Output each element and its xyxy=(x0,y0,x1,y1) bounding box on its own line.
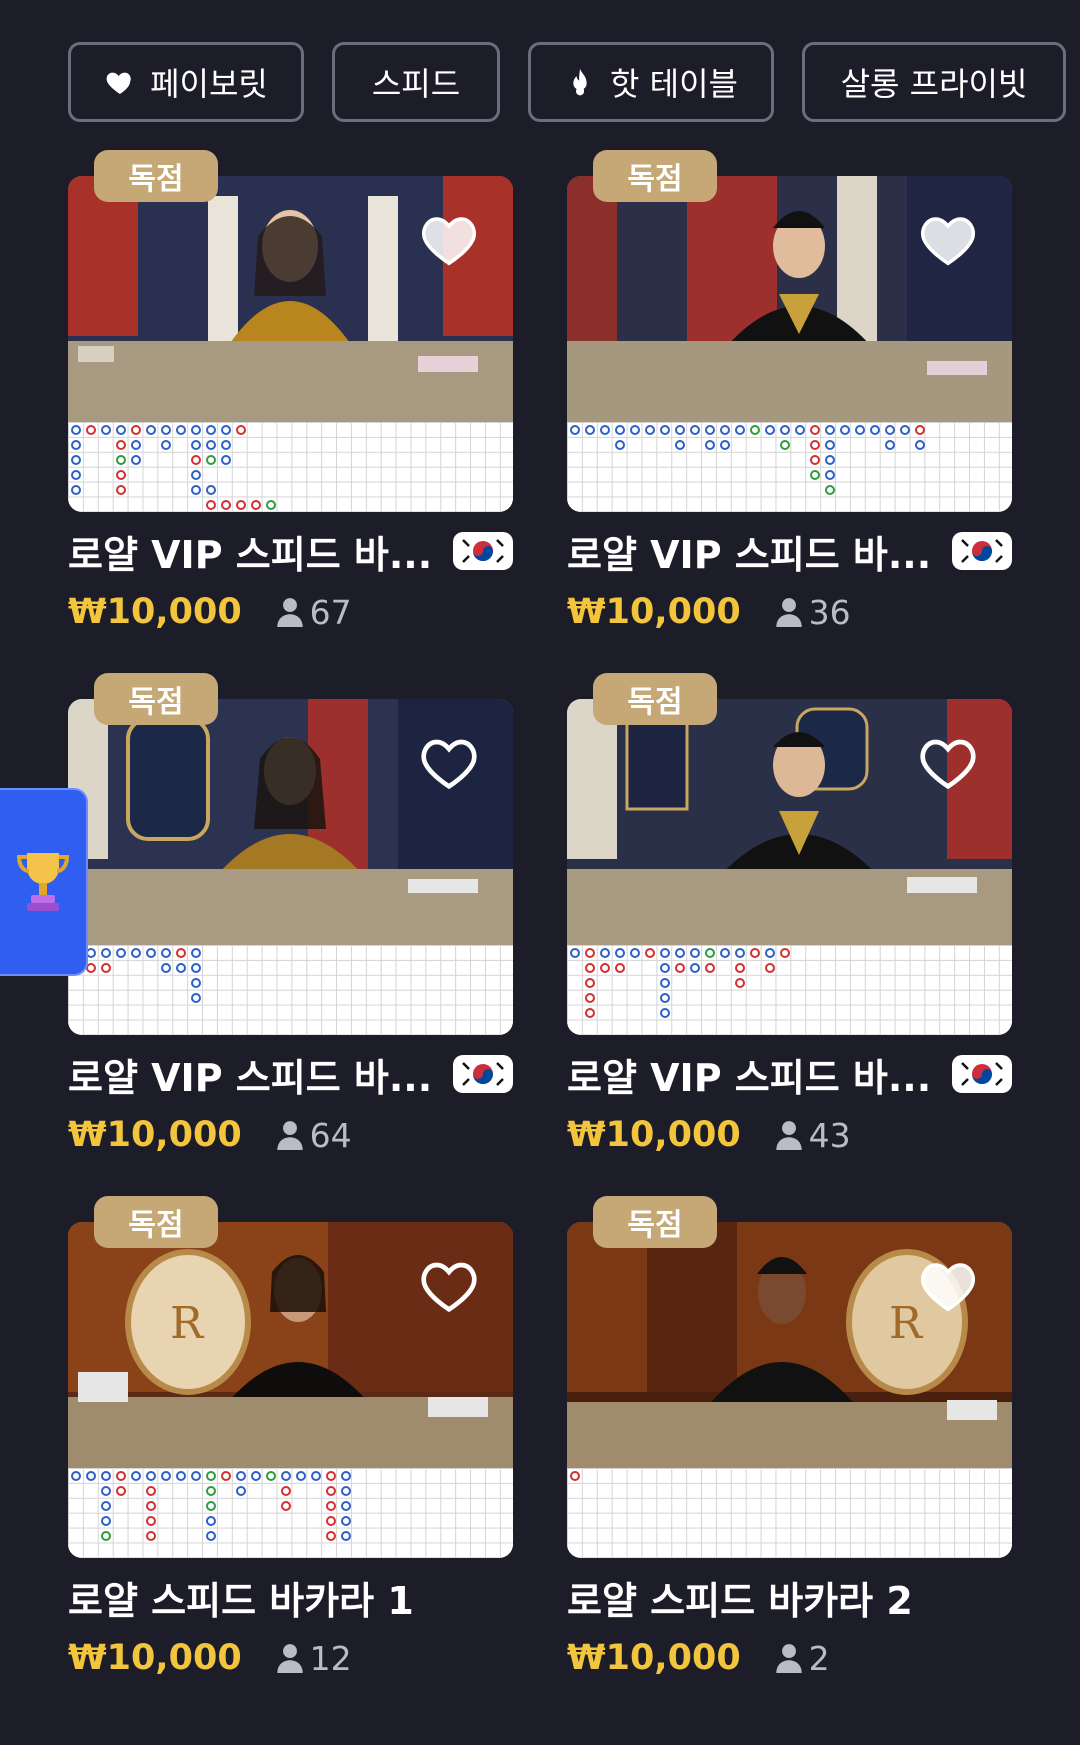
game-title-row: 로얄 스피드 바카라 2 xyxy=(567,1572,1012,1623)
game-title-row: 로얄 스피드 바카라 1 xyxy=(68,1572,513,1623)
min-bet-price: ₩10,000 xyxy=(68,1115,242,1155)
game-card[interactable]: 독점 xyxy=(68,150,513,699)
favorite-heart-outline-icon[interactable] xyxy=(920,737,976,789)
filter-speed-label: 스피드 xyxy=(371,65,461,103)
player-count-value: 43 xyxy=(808,1115,851,1155)
baccarat-roadmap xyxy=(567,945,1012,1035)
favorite-heart-outline-icon[interactable] xyxy=(421,1260,477,1312)
filter-favorite-button[interactable]: 페이보릿 xyxy=(68,42,304,122)
filter-speed-button[interactable]: 스피드 xyxy=(332,42,500,122)
game-title: 로얄 VIP 스피드 바... xyxy=(68,532,433,577)
player-count-value: 67 xyxy=(309,592,352,632)
game-thumbnail[interactable] xyxy=(68,176,513,512)
game-title: 로얄 VIP 스피드 바... xyxy=(567,1055,932,1100)
game-thumbnail[interactable] xyxy=(567,699,1012,1035)
game-thumbnail[interactable] xyxy=(567,176,1012,512)
filter-favorite-label: 페이보릿 xyxy=(150,65,268,103)
baccarat-roadmap xyxy=(68,945,513,1035)
filter-salon-private-button[interactable]: 살롱 프라이빗 xyxy=(802,42,1066,122)
filter-bar: 페이보릿 스피드 핫 테이블 살롱 프라이빗 xyxy=(68,42,1066,122)
user-icon xyxy=(775,1644,802,1673)
exclusive-badge: 독점 xyxy=(593,150,717,202)
favorite-heart-icon[interactable] xyxy=(421,214,477,266)
favorite-heart-outline-icon[interactable] xyxy=(421,737,477,789)
dealer-video-preview: R xyxy=(68,1222,513,1468)
min-bet-price: ₩10,000 xyxy=(68,1638,242,1678)
game-title-row: 로얄 VIP 스피드 바... xyxy=(567,526,1012,577)
player-count-value: 2 xyxy=(808,1638,830,1678)
player-count: 67 xyxy=(276,593,352,632)
game-title: 로얄 스피드 바카라 1 xyxy=(68,1578,414,1623)
user-icon xyxy=(276,598,303,627)
game-card[interactable]: 독점 R 로얄 스피드 바카라 1 ₩10,000 12 xyxy=(68,1196,513,1745)
game-card[interactable]: 독점 R 로얄 스피드 바카라 2 ₩10,000 2 xyxy=(567,1196,1012,1745)
game-title-row: 로얄 VIP 스피드 바... xyxy=(567,1049,1012,1100)
player-count: 43 xyxy=(775,1116,851,1155)
player-count-value: 64 xyxy=(309,1115,352,1155)
user-icon xyxy=(775,1121,802,1150)
exclusive-badge: 독점 xyxy=(593,1196,717,1248)
game-meta: ₩10,000 43 xyxy=(567,1115,851,1155)
game-meta: ₩10,000 67 xyxy=(68,592,352,632)
user-icon xyxy=(276,1121,303,1150)
exclusive-badge: 독점 xyxy=(94,1196,218,1248)
min-bet-price: ₩10,000 xyxy=(567,592,741,632)
baccarat-roadmap xyxy=(567,1468,1012,1558)
user-icon xyxy=(276,1644,303,1673)
game-thumbnail[interactable]: R xyxy=(68,1222,513,1558)
dealer-video-preview xyxy=(567,176,1012,422)
dealer-video-preview xyxy=(68,176,513,422)
game-title: 로얄 VIP 스피드 바... xyxy=(567,532,932,577)
baccarat-roadmap xyxy=(68,1468,513,1558)
exclusive-badge: 독점 xyxy=(94,150,218,202)
korea-flag-icon xyxy=(453,1055,513,1093)
baccarat-roadmap xyxy=(68,422,513,512)
exclusive-badge: 독점 xyxy=(593,673,717,725)
trophy-icon xyxy=(16,853,70,911)
heart-icon xyxy=(106,72,131,94)
dealer-video-preview: R xyxy=(567,1222,1012,1468)
korea-flag-icon xyxy=(952,1055,1012,1093)
player-count-value: 12 xyxy=(309,1638,352,1678)
min-bet-price: ₩10,000 xyxy=(567,1638,741,1678)
favorite-heart-icon[interactable] xyxy=(920,214,976,266)
player-count: 12 xyxy=(276,1639,352,1678)
game-meta: ₩10,000 36 xyxy=(567,592,851,632)
korea-flag-icon xyxy=(952,532,1012,570)
game-title-row: 로얄 VIP 스피드 바... xyxy=(68,1049,513,1100)
game-card[interactable]: 독점 로얄 VIP 스피드 바... ₩10,000 64 xyxy=(68,673,513,1222)
game-title-row: 로얄 VIP 스피드 바... xyxy=(68,526,513,577)
filter-salon-private-label: 살롱 프라이빗 xyxy=(840,65,1028,103)
game-meta: ₩10,000 12 xyxy=(68,1638,352,1678)
player-count-value: 36 xyxy=(808,592,851,632)
game-thumbnail[interactable] xyxy=(68,699,513,1035)
user-icon xyxy=(775,598,802,627)
game-title: 로얄 VIP 스피드 바... xyxy=(68,1055,433,1100)
filter-hot-table-label: 핫 테이블 xyxy=(610,65,738,103)
player-count: 2 xyxy=(775,1639,830,1678)
player-count: 36 xyxy=(775,593,851,632)
game-card[interactable]: 독점 xyxy=(567,673,1012,1222)
svg-text:R: R xyxy=(889,1298,924,1349)
baccarat-roadmap xyxy=(567,422,1012,512)
dealer-video-preview xyxy=(68,699,513,945)
korea-flag-icon xyxy=(453,532,513,570)
player-count: 64 xyxy=(276,1116,352,1155)
min-bet-price: ₩10,000 xyxy=(68,592,242,632)
leaderboard-tab[interactable] xyxy=(0,788,88,976)
game-thumbnail[interactable]: R xyxy=(567,1222,1012,1558)
svg-text:R: R xyxy=(170,1298,205,1349)
min-bet-price: ₩10,000 xyxy=(567,1115,741,1155)
game-meta: ₩10,000 2 xyxy=(567,1638,830,1678)
game-meta: ₩10,000 64 xyxy=(68,1115,352,1155)
game-title: 로얄 스피드 바카라 2 xyxy=(567,1578,913,1623)
game-card[interactable]: 독점 xyxy=(567,150,1012,699)
favorite-heart-icon[interactable] xyxy=(920,1260,976,1312)
flame-icon xyxy=(573,68,587,96)
game-grid: 독점 로얄 VIP 스피드 바... ₩10,000 67 독점 로얄 VIP … xyxy=(68,150,1012,1745)
filter-hot-table-button[interactable]: 핫 테이블 xyxy=(528,42,774,122)
exclusive-badge: 독점 xyxy=(94,673,218,725)
dealer-video-preview xyxy=(567,699,1012,945)
